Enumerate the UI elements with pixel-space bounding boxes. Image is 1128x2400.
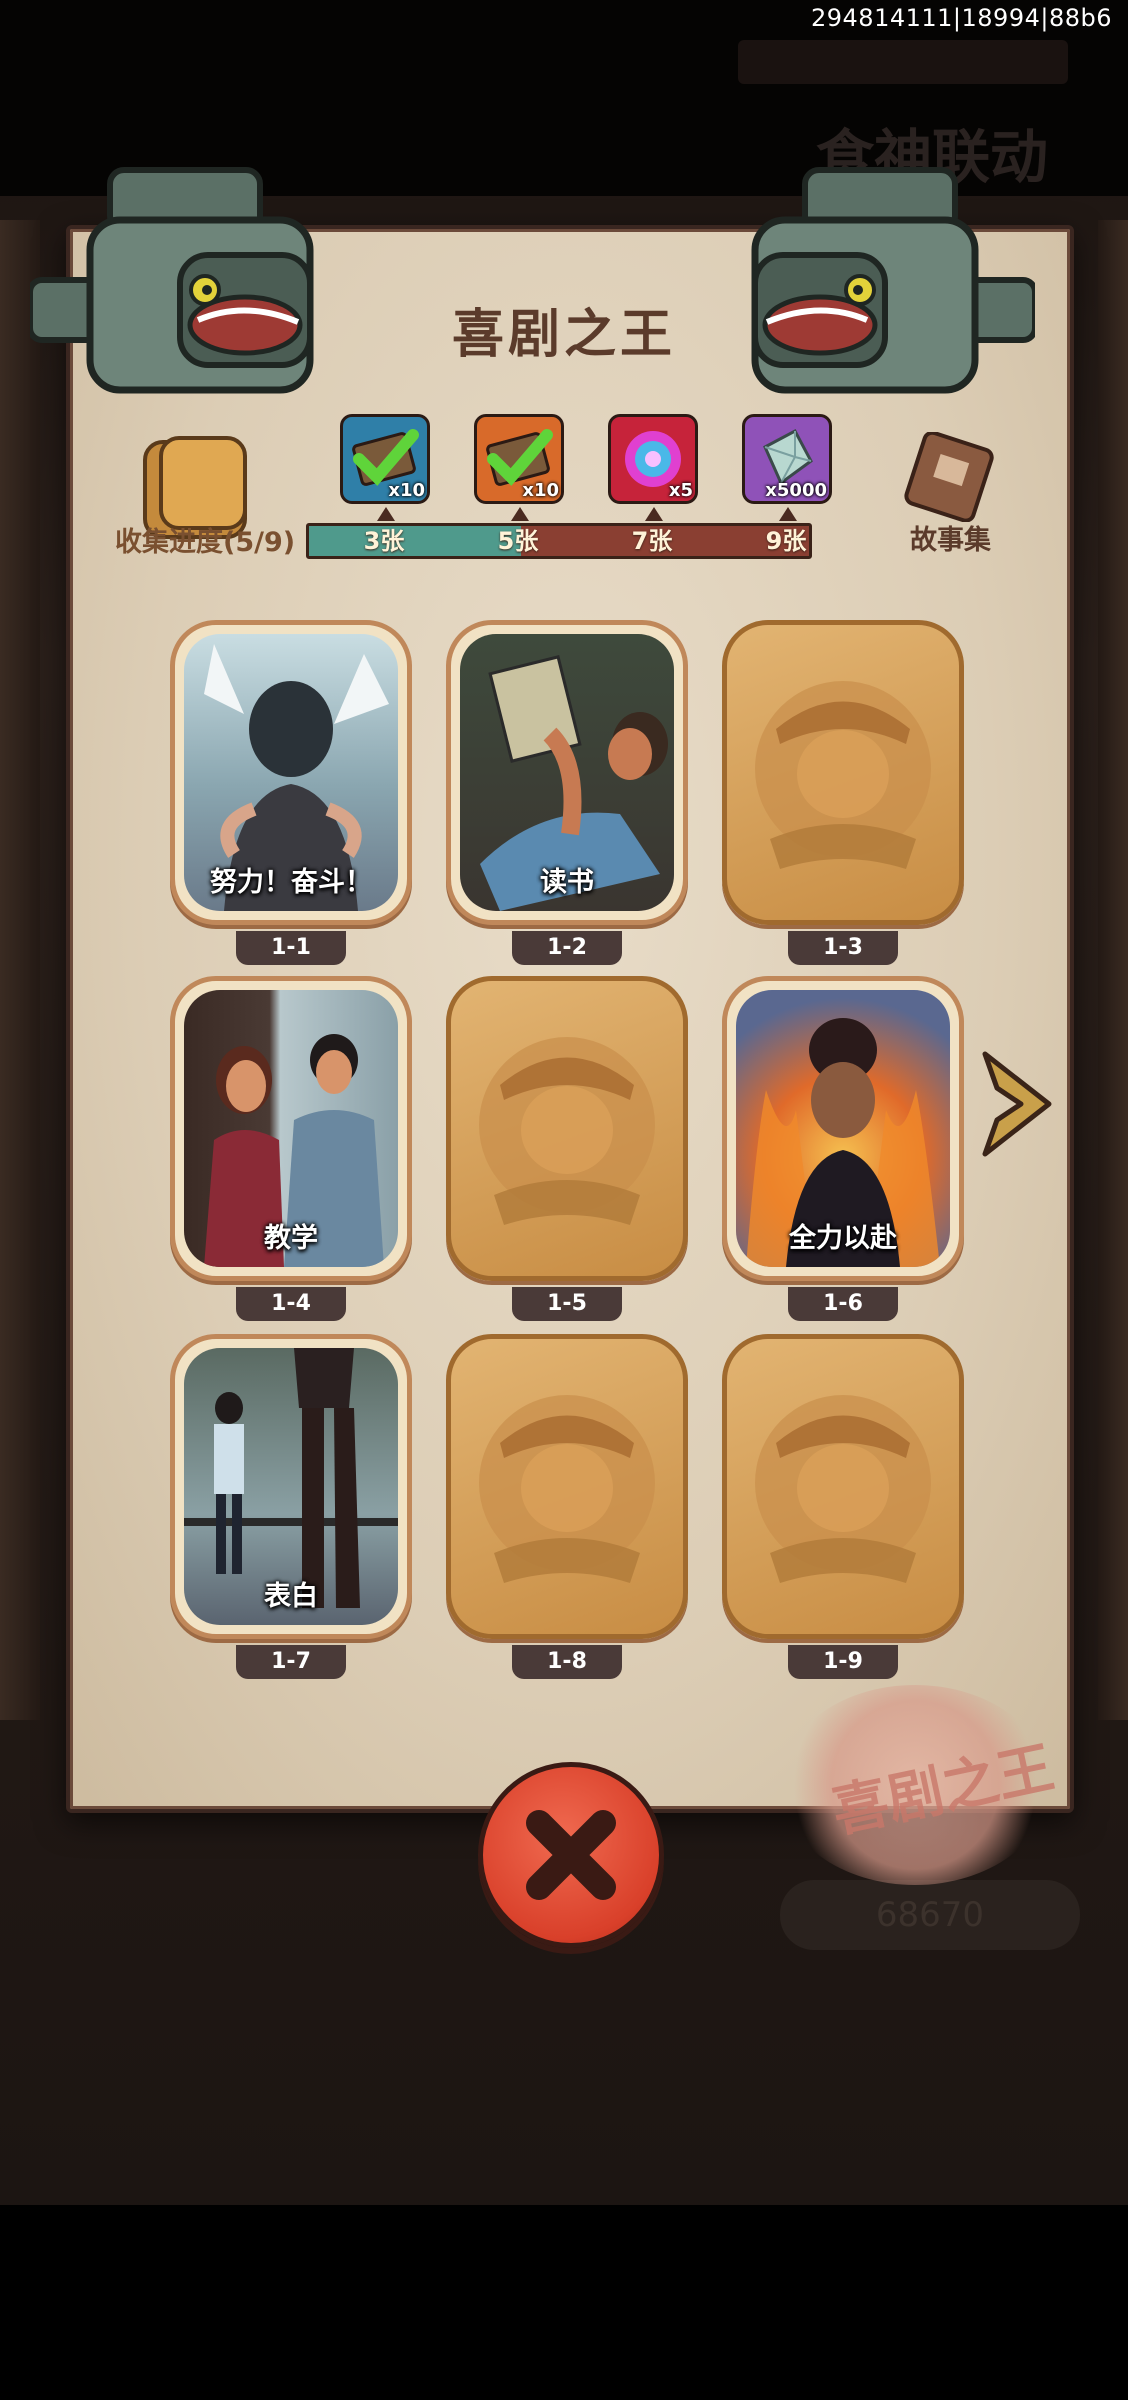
card-1-3[interactable]: 1-3 [722,620,964,965]
reward-tier-4[interactable]: x5000 [742,414,832,521]
debug-id-text: 294814111|18994|88b6 [811,4,1112,32]
background-currency-counter: 68670 [780,1880,1080,1950]
card-1-9[interactable]: 1-9 [722,1334,964,1679]
collection-progress-label: 收集进度(5/9) [115,527,296,558]
background-right-wall [1098,220,1128,1720]
card-1-7[interactable]: 表白 1-7 [170,1334,412,1679]
card-title: 全力以赴 [789,1223,897,1254]
progress-tick-5: 5张 [497,527,539,555]
card-id-tag: 1-6 [788,1287,898,1321]
reward-qty: x10 [522,480,559,501]
reward-marker [779,507,797,521]
reward-tier-1[interactable]: x10 [340,414,430,521]
card-id-tag: 1-2 [512,931,622,965]
card-title: 读书 [540,867,594,898]
card-id-tag: 1-9 [788,1645,898,1679]
card-art-locked-portrait [736,634,950,911]
fish-camera-right-icon [751,167,1035,394]
card-title: 表白 [264,1581,318,1612]
card-title: 努力！奋斗！ [210,867,372,898]
reward-tier-3[interactable]: x5 [608,414,698,521]
reward-qty: x5 [668,480,693,501]
reward-tier-2[interactable]: x10 [474,414,564,521]
album-title: 喜剧之王 [451,305,676,365]
game-scene: 294814111|18994|88b6 食神联动 68670 喜剧之王 喜剧之… [0,0,1128,2205]
card-id-tag: 1-8 [512,1645,622,1679]
close-icon [526,1810,616,1900]
reward-marker [511,507,529,521]
card-1-5[interactable]: 1-5 [446,976,688,1321]
story-collection-label[interactable]: 故事集 [910,518,991,557]
card-id-tag: 1-5 [512,1287,622,1321]
card-title: 教学 [264,1223,318,1254]
reward-marker [645,507,663,521]
story-collection-icon[interactable] [900,432,1000,522]
background-left-wall [0,220,40,1720]
card-art-locked-portrait [460,990,674,1267]
reward-qty: x5000 [765,480,827,501]
card-1-8[interactable]: 1-8 [446,1334,688,1679]
progress-tick-7: 7张 [631,527,673,555]
card-art-locked-portrait [460,1348,674,1625]
card-1-4[interactable]: 教学 1-4 [170,976,412,1321]
card-1-6[interactable]: 全力以赴 1-6 [722,976,964,1321]
card-1-1[interactable]: 努力！奋斗！ 1-1 [170,620,412,965]
reward-qty: x10 [388,480,425,501]
next-page-arrow-icon[interactable] [975,1048,1055,1160]
close-button[interactable] [478,1762,664,1948]
reward-marker [377,507,395,521]
card-id-tag: 1-7 [236,1645,346,1679]
fish-camera-left-icon [30,167,314,394]
background-banner [738,40,1068,84]
card-art-locked-portrait [736,1348,950,1625]
card-id-tag: 1-3 [788,931,898,965]
card-id-tag: 1-1 [236,931,346,965]
progress-tick-3: 3张 [363,527,405,555]
card-1-2[interactable]: 读书 1-2 [446,620,688,965]
progress-tick-9: 9张 [765,527,807,555]
card-id-tag: 1-4 [236,1287,346,1321]
